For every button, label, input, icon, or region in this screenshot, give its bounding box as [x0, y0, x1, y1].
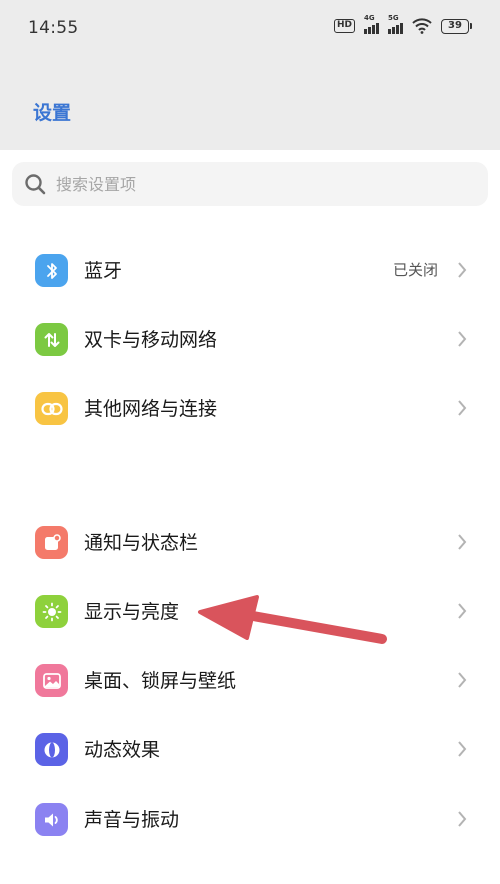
menu-label-bluetooth: 蓝牙: [84, 260, 123, 282]
menu-item-display[interactable]: 显示与亮度: [0, 580, 500, 642]
menu-label-display: 显示与亮度: [84, 601, 180, 623]
brightness-icon: [35, 595, 68, 628]
menu-label-effects: 动态效果: [84, 739, 161, 761]
wallpaper-icon: [35, 664, 68, 697]
chevron-right-icon: [458, 603, 467, 619]
search-input[interactable]: [56, 162, 476, 206]
hd-voice-icon: HD: [333, 19, 355, 33]
chevron-right-icon: [458, 400, 467, 416]
sound-icon: [35, 803, 68, 836]
bluetooth-status: 已关闭: [392, 261, 438, 279]
mobile-data-icon: [35, 323, 68, 356]
menu-label-wallpaper: 桌面、锁屏与壁纸: [84, 670, 237, 692]
chevron-right-icon: [458, 672, 467, 688]
menu-item-wallpaper[interactable]: 桌面、锁屏与壁纸: [0, 649, 500, 711]
chevron-right-icon: [458, 331, 467, 347]
link-icon: [35, 392, 68, 425]
menu-item-sim[interactable]: 双卡与移动网络: [0, 308, 500, 370]
menu-item-other-network[interactable]: 其他网络与连接: [0, 377, 500, 439]
signal-5g-icon: 5G: [388, 14, 403, 34]
menu-item-effects[interactable]: 动态效果: [0, 718, 500, 780]
menu-label-sim: 双卡与移动网络: [84, 329, 218, 351]
chevron-right-icon: [458, 262, 467, 278]
menu-label-other-network: 其他网络与连接: [84, 398, 218, 420]
menu-item-bluetooth[interactable]: 蓝牙 已关闭: [0, 239, 500, 301]
header: 设置: [0, 56, 500, 150]
motion-effect-icon: [35, 733, 68, 766]
menu-label-notification: 通知与状态栏: [84, 532, 199, 554]
chevron-right-icon: [458, 811, 467, 827]
bluetooth-icon: [35, 254, 68, 287]
search-box[interactable]: [12, 162, 488, 206]
search-icon: [25, 174, 46, 195]
status-bar: 14:55 HD 4G 5G 39: [0, 0, 500, 56]
menu-item-sound[interactable]: 声音与振动: [0, 788, 500, 850]
battery-icon: 39: [441, 18, 472, 34]
page-title: 设置: [33, 102, 72, 124]
status-time: 14:55: [28, 18, 79, 38]
menu-label-sound: 声音与振动: [84, 809, 180, 831]
chevron-right-icon: [458, 534, 467, 550]
status-icons: HD 4G 5G 39: [333, 14, 472, 34]
notification-icon: [35, 526, 68, 559]
signal-4g-icon: 4G: [364, 14, 379, 34]
chevron-right-icon: [458, 741, 467, 757]
menu-item-notification[interactable]: 通知与状态栏: [0, 511, 500, 573]
wifi-icon: [412, 18, 432, 34]
